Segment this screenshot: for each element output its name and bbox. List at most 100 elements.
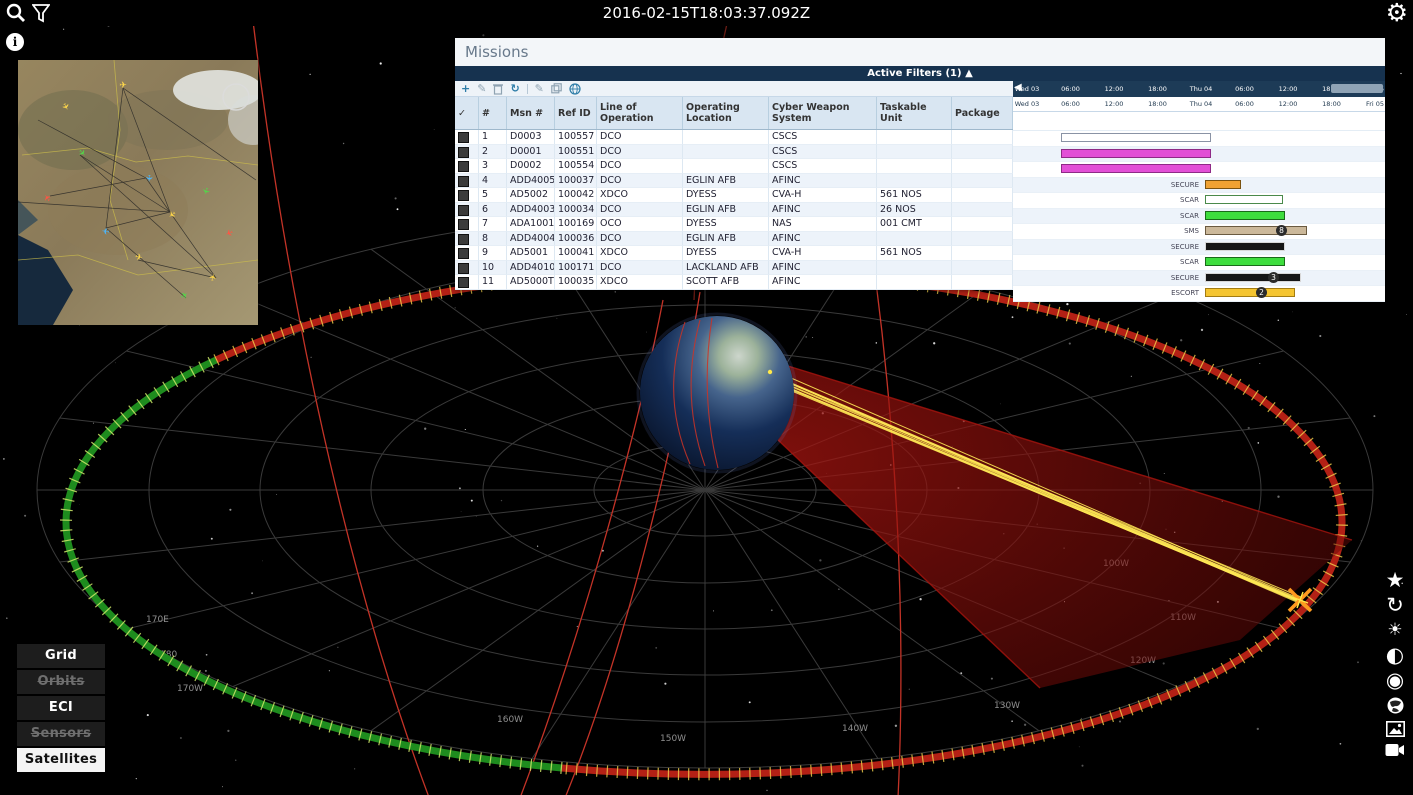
- cell-msn: ADA1001: [507, 217, 555, 232]
- delete-icon[interactable]: [493, 83, 503, 95]
- timeline-header-light: Wed 0306:0012:0018:00Thu 0406:0012:0018:…: [1013, 97, 1385, 112]
- gantt-row: SECURE: [1013, 178, 1385, 194]
- column-header[interactable]: Cyber Weapon System: [769, 97, 877, 129]
- gantt-bar[interactable]: [1205, 195, 1283, 204]
- cell-loo: DCO: [597, 159, 683, 174]
- column-header[interactable]: Line of Operation: [597, 97, 683, 129]
- track-target-icon[interactable]: ◉: [1384, 671, 1406, 690]
- add-icon[interactable]: +: [461, 82, 470, 95]
- edit-icon[interactable]: ✎: [477, 82, 486, 95]
- gantt-pane: ◀ Wed 0306:0012:0018:00Thu 0406:0012:001…: [1013, 81, 1385, 290]
- cell-loo: XDCO: [597, 275, 683, 290]
- mission-row[interactable]: 11AD5000T100035XDCOSCOTT AFBAFINC: [455, 275, 1013, 290]
- gantt-bar[interactable]: [1061, 149, 1211, 158]
- contrast-icon[interactable]: ◐: [1384, 646, 1406, 665]
- row-checkbox[interactable]: [455, 203, 479, 218]
- video-icon[interactable]: [1384, 743, 1406, 757]
- gantt-row: SCAR: [1013, 209, 1385, 225]
- gantt-bar[interactable]: [1205, 180, 1241, 189]
- mission-row[interactable]: 6ADD4003D100034DCOEGLIN AFBAFINC26 NOS: [455, 203, 1013, 218]
- row-checkbox[interactable]: [455, 174, 479, 189]
- row-checkbox[interactable]: [455, 159, 479, 174]
- favorites-star-icon[interactable]: ★: [1384, 571, 1406, 590]
- gantt-bar[interactable]: [1061, 133, 1211, 142]
- active-filters-bar[interactable]: Active Filters (1) ▲: [455, 66, 1385, 81]
- row-checkbox[interactable]: [455, 232, 479, 247]
- layer-toggle-satellites[interactable]: Satellites: [17, 748, 105, 772]
- gantt-badge: 2: [1256, 287, 1267, 298]
- column-header[interactable]: Operating Location: [683, 97, 769, 129]
- cell-op_loc: [683, 159, 769, 174]
- row-checkbox[interactable]: [455, 145, 479, 160]
- edit-details-icon[interactable]: ✎: [535, 82, 544, 95]
- globe-view-icon[interactable]: [1384, 696, 1406, 715]
- timeline-tick: Fri 05: [1366, 100, 1384, 108]
- layer-toggle-orbits[interactable]: Orbits: [17, 670, 105, 694]
- mission-row[interactable]: 10ADD4010100171DCOLACKLAND AFBAFINC: [455, 261, 1013, 276]
- gantt-bar[interactable]: 3: [1205, 273, 1301, 282]
- gantt-bar[interactable]: [1205, 242, 1285, 251]
- aircraft-marker[interactable]: ✈: [143, 174, 154, 183]
- timeline-tick: 06:00: [1061, 85, 1080, 93]
- column-header[interactable]: Ref ID: [555, 97, 597, 129]
- row-checkbox[interactable]: [455, 188, 479, 203]
- gantt-row: [1013, 162, 1385, 178]
- refresh-view-icon[interactable]: ↻: [1384, 596, 1406, 615]
- mission-row[interactable]: 1D0003100557DCOCSCS: [455, 130, 1013, 145]
- sun-icon[interactable]: ☀: [1384, 621, 1406, 640]
- cell-cws: CSCS: [769, 145, 877, 160]
- mission-row[interactable]: 3D0002100554DCOCSCS: [455, 159, 1013, 174]
- refresh-icon[interactable]: ↻: [510, 82, 519, 95]
- settings-gear-icon[interactable]: ⚙: [1386, 0, 1408, 27]
- screenshot-icon[interactable]: [1384, 721, 1406, 737]
- cell-loo: XDCO: [597, 188, 683, 203]
- gantt-bar[interactable]: 8: [1205, 226, 1307, 235]
- row-checkbox[interactable]: [455, 217, 479, 232]
- aircraft-marker[interactable]: ✈: [119, 81, 127, 91]
- timeline-tick: 12:00: [1279, 100, 1298, 108]
- mission-row[interactable]: 4ADD4005100037DCOEGLIN AFBAFINC: [455, 174, 1013, 189]
- gantt-bar[interactable]: [1061, 164, 1211, 173]
- timeline-scroll-left-icon[interactable]: ◀: [1014, 82, 1022, 93]
- layer-toggle-grid[interactable]: Grid: [17, 644, 105, 668]
- cell-msn: ADD4005: [507, 174, 555, 189]
- mission-row[interactable]: 5AD5002100042XDCODYESSCVA-H561 NOS: [455, 188, 1013, 203]
- gantt-bar-label: SECURE: [1013, 243, 1199, 251]
- globe-icon[interactable]: [569, 83, 581, 95]
- cell-unit: 001 CMT: [877, 217, 952, 232]
- grid-label: 170E: [146, 615, 169, 625]
- cell-pkg: [952, 246, 1013, 261]
- row-checkbox[interactable]: [455, 275, 479, 290]
- cell-pkg: [952, 159, 1013, 174]
- cell-cws: CVA-H: [769, 188, 877, 203]
- missions-table-body: 1D0003100557DCOCSCS2D0001100551DCOCSCS3D…: [455, 130, 1013, 290]
- mission-row[interactable]: 8ADD4004100036DCOEGLIN AFBAFINC: [455, 232, 1013, 247]
- gantt-row: SCAR: [1013, 255, 1385, 271]
- cell-unit: 561 NOS: [877, 188, 952, 203]
- top-bar: 2016-02-15T18:03:37.092Z ⚙: [0, 0, 1413, 26]
- cell-msn: D0003: [507, 130, 555, 145]
- gantt-bar[interactable]: 2: [1205, 288, 1295, 297]
- column-header[interactable]: Taskable Unit: [877, 97, 952, 129]
- earth-globe[interactable]: [640, 316, 794, 470]
- column-header[interactable]: Msn #: [507, 97, 555, 129]
- toolbar-separator: [527, 84, 528, 94]
- info-icon[interactable]: i: [6, 33, 24, 51]
- mission-row[interactable]: 7ADA1001100169OCODYESSNAS001 CMT: [455, 217, 1013, 232]
- orbit-ring-green[interactable]: [66, 360, 562, 768]
- column-header[interactable]: ✓: [455, 97, 479, 129]
- layer-toggle-eci[interactable]: ECI: [17, 696, 105, 720]
- row-checkbox[interactable]: [455, 246, 479, 261]
- timeline-scrollbar[interactable]: [1331, 84, 1383, 93]
- row-checkbox[interactable]: [455, 130, 479, 145]
- gantt-bar[interactable]: [1205, 257, 1285, 266]
- column-header[interactable]: Package: [952, 97, 1013, 129]
- column-header[interactable]: #: [479, 97, 507, 129]
- mission-row[interactable]: 2D0001100551DCOCSCS: [455, 145, 1013, 160]
- mission-row[interactable]: 9AD5001100041XDCODYESSCVA-H561 NOS: [455, 246, 1013, 261]
- gantt-bar[interactable]: [1205, 211, 1285, 220]
- copy-icon[interactable]: [551, 83, 562, 94]
- row-checkbox[interactable]: [455, 261, 479, 276]
- layer-toggle-sensors[interactable]: Sensors: [17, 722, 105, 746]
- minimap[interactable]: ✈✈✈✈✈✈✈✈✈✈✈✈: [18, 60, 258, 325]
